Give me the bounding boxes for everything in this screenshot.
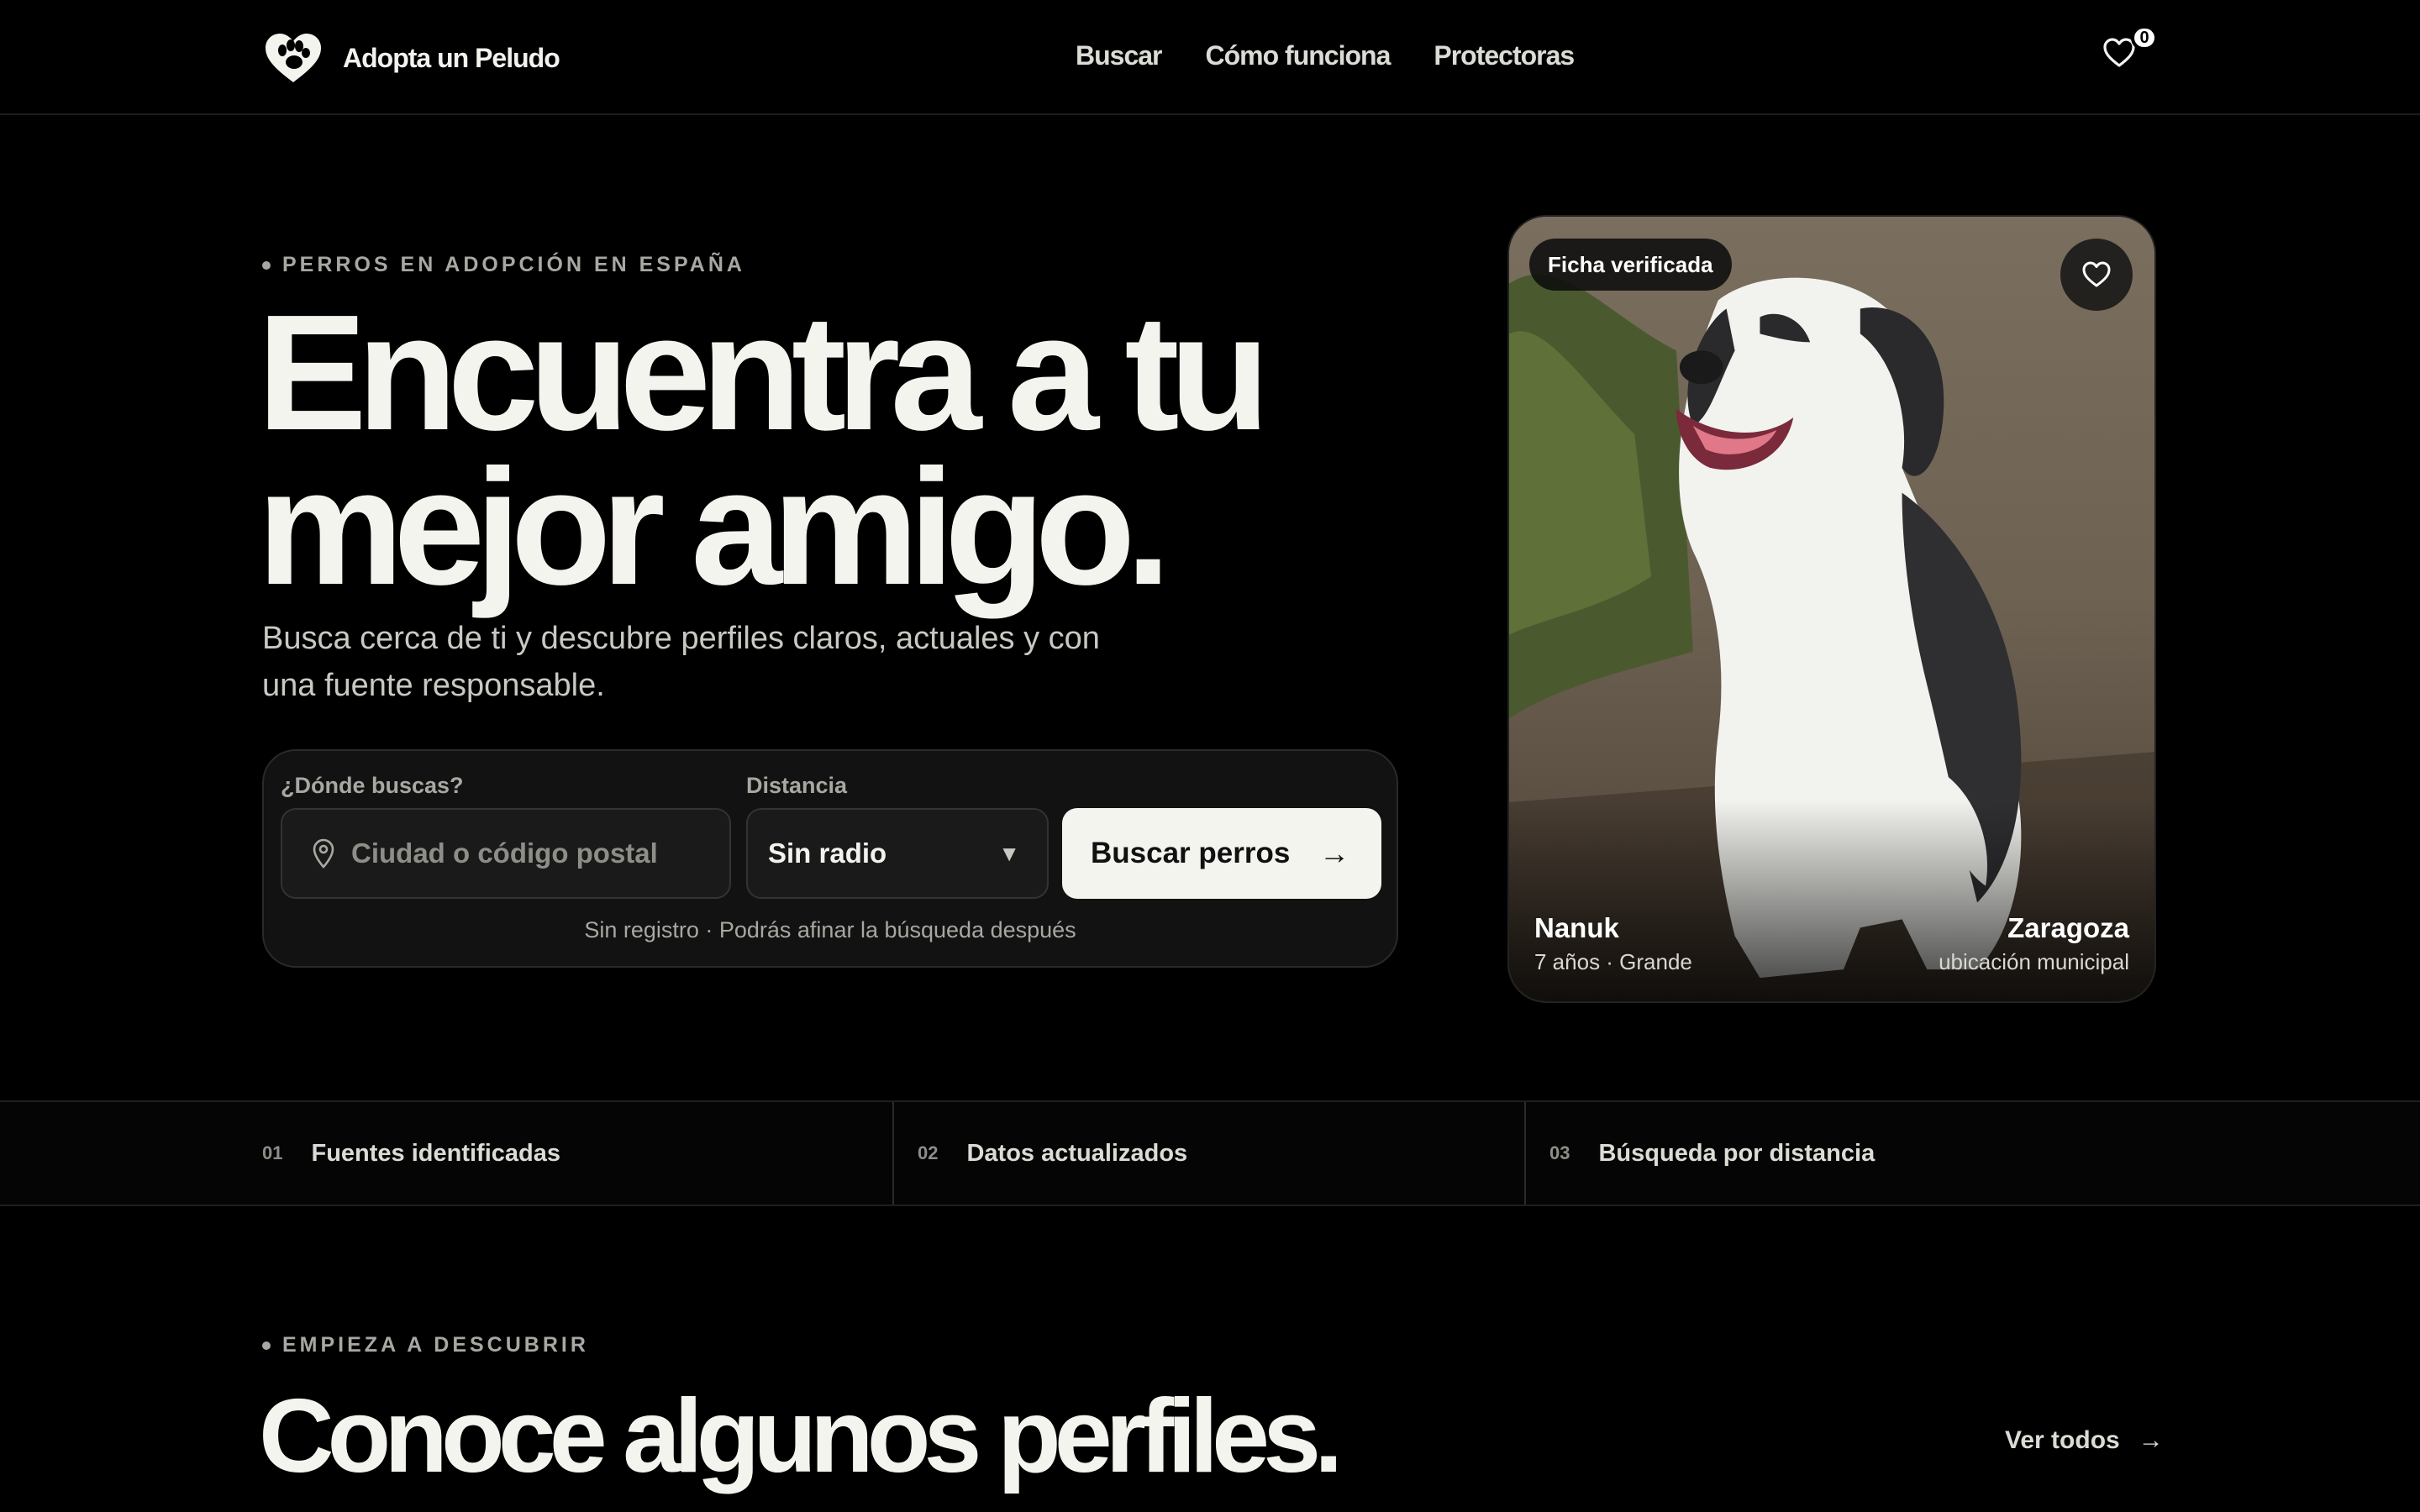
arrow-right-icon: → [2138, 1426, 2164, 1454]
main-nav: Buscar Cómo funciona Protectoras [1076, 40, 1575, 71]
feature-item: 03 Búsqueda por distancia [1549, 1102, 1875, 1205]
feature-item: 01 Fuentes identificadas [262, 1102, 560, 1205]
nav-link-buscar[interactable]: Buscar [1076, 40, 1162, 71]
verified-badge: Ficha verificada [1529, 239, 1732, 291]
search-dogs-button[interactable]: Buscar perros → [1062, 808, 1381, 899]
feature-item: 02 Datos actualizados [918, 1102, 1187, 1205]
profiles-eyebrow: EMPIEZA A DESCUBRIR [262, 1333, 589, 1357]
dog-meta: 7 años · Grande [1534, 949, 1692, 974]
featured-dog-card[interactable]: Ficha verificada Nanuk 7 años · Grande Z… [1507, 215, 2156, 1003]
search-note: Sin registro · Podrás afinar la búsqueda… [584, 917, 1076, 942]
card-favorite-button[interactable] [2060, 239, 2133, 311]
nav-link-como-funciona[interactable]: Cómo funciona [1206, 40, 1392, 71]
search-button-label: Buscar perros [1091, 837, 1291, 869]
feature-divider [892, 1102, 894, 1205]
caret-down-icon: ▼ [998, 840, 1020, 866]
profiles-eyebrow-text: EMPIEZA A DESCUBRIR [282, 1333, 589, 1357]
hero-subtitle: Busca cerca de ti y descubre perfiles cl… [262, 621, 1100, 703]
feature-label: Búsqueda por distancia [1598, 1139, 1876, 1167]
location-label: ¿Dónde buscas? [281, 773, 464, 798]
eyebrow-dot [262, 260, 271, 270]
nav-link-protectoras[interactable]: Protectoras [1434, 40, 1575, 71]
arrow-right-icon: → [1319, 836, 1349, 870]
feature-label: Datos actualizados [966, 1139, 1188, 1167]
hero-eyebrow-text: PERROS EN ADOPCIÓN EN ESPAÑA [282, 253, 745, 276]
eyebrow-dot [262, 1341, 271, 1350]
map-pin-icon [313, 838, 334, 869]
see-all-link[interactable]: Ver todos → [2005, 1426, 2164, 1455]
brand-name: Adopta un Peludo [343, 42, 560, 73]
see-all-label: Ver todos [2005, 1426, 2120, 1454]
feature-number: 03 [1549, 1142, 1570, 1163]
search-panel: ¿Dónde buscas? Distancia Sin radio ▼ Bus… [262, 749, 1398, 968]
features-strip: 01 Fuentes identificadas 02 Datos actual… [0, 1100, 2420, 1206]
profiles-title: Conoce algunos perfiles. [259, 1378, 1343, 1494]
distance-select[interactable]: Sin radio ▼ [746, 808, 1049, 899]
location-input[interactable] [351, 837, 721, 869]
feature-number: 02 [918, 1142, 939, 1163]
favorites-button[interactable]: 0 [2102, 25, 2158, 77]
dog-city: Zaragoza [2007, 912, 2129, 943]
brand-link[interactable]: Adopta un Peludo [264, 32, 560, 84]
hero-title: Encuentra a tu mejor amigo. [257, 291, 1434, 610]
distance-label: Distancia [746, 773, 848, 798]
dog-name: Nanuk [1534, 912, 1619, 943]
feature-divider [1524, 1102, 1526, 1205]
hero-eyebrow: PERROS EN ADOPCIÓN EN ESPAÑA [262, 253, 745, 277]
favorites-count-badge: 0 [2131, 25, 2158, 50]
distance-selected-value: Sin radio [768, 837, 887, 869]
hero-title-line2: mejor amigo. [257, 435, 1171, 619]
site-header: Adopta un Peludo Buscar Cómo funciona Pr… [0, 0, 2420, 115]
heart-icon [2082, 261, 2111, 287]
dog-location-note: ubicación municipal [1939, 949, 2129, 974]
location-field[interactable] [281, 808, 731, 899]
feature-number: 01 [262, 1142, 283, 1163]
paw-heart-icon [266, 34, 321, 82]
feature-label: Fuentes identificadas [311, 1139, 560, 1167]
